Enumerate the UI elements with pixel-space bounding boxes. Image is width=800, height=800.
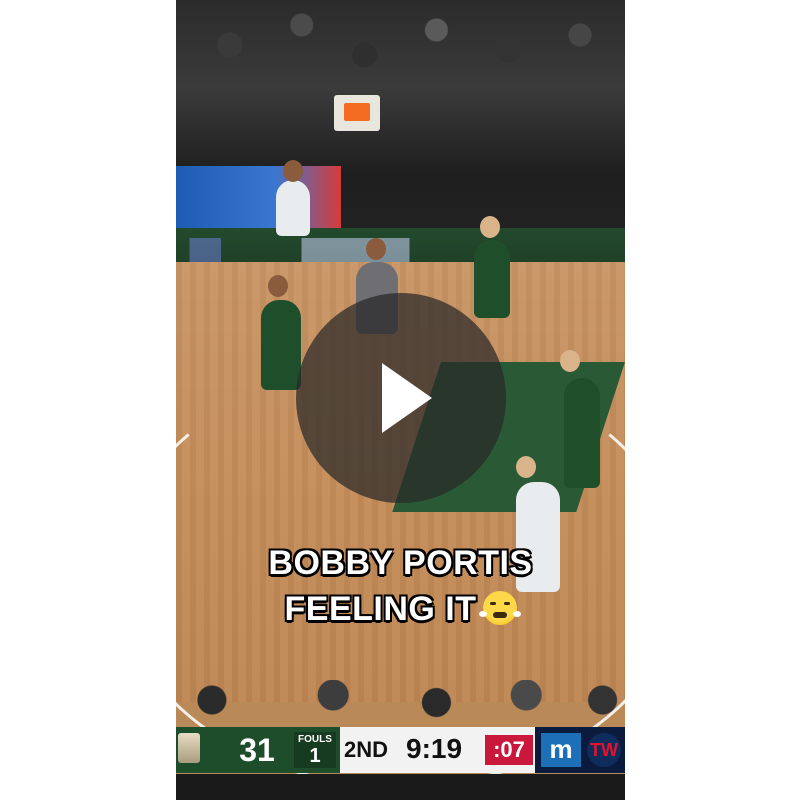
led-ad-board (176, 166, 341, 228)
player-2 (564, 378, 600, 488)
period: 2ND (344, 737, 389, 762)
play-icon (382, 363, 432, 433)
gatorade-cooler (334, 95, 380, 131)
bottom-strip (176, 774, 625, 800)
video-caption: BOBBY PORTIS FEELING IT (176, 540, 625, 632)
steaming-face-emoji-icon (478, 591, 521, 625)
fouls-box: FOULS 1 (294, 732, 336, 768)
player-head (268, 275, 288, 297)
play-button[interactable] (296, 293, 506, 503)
video-player[interactable]: BOBBY PORTIS FEELING IT 31 FOULS 1 2ND 9… (176, 0, 625, 800)
player-head (366, 238, 386, 260)
twins-logo-icon: TW (587, 733, 621, 767)
network-logo-icon: m (541, 733, 581, 767)
bucks-logo-icon (178, 733, 200, 763)
player-head (516, 456, 536, 478)
shot-clock: :07 (485, 735, 533, 765)
caption-line-2: FEELING IT (176, 586, 625, 632)
player-34 (261, 300, 301, 390)
player-head (480, 216, 500, 238)
scorebug: 31 FOULS 1 2ND 9:19 :07 m TW (176, 727, 625, 773)
courtside-crowd (176, 680, 625, 730)
home-team-cell: 31 FOULS 1 (176, 727, 340, 773)
fouls-value: 1 (309, 745, 321, 767)
player-head (560, 350, 580, 372)
game-info-cell: 2ND 9:19 :07 (340, 727, 535, 773)
caption-line-2-text: FEELING IT (284, 590, 477, 628)
home-score: 31 (239, 732, 275, 768)
player-20 (474, 240, 510, 318)
player-defender-white (276, 180, 310, 236)
game-clock: 9:19 (406, 733, 463, 764)
caption-line-1: BOBBY PORTIS (268, 544, 533, 582)
player-head (283, 160, 303, 182)
courtside-banner-ad (176, 238, 625, 262)
network-cell: m TW (535, 727, 625, 773)
